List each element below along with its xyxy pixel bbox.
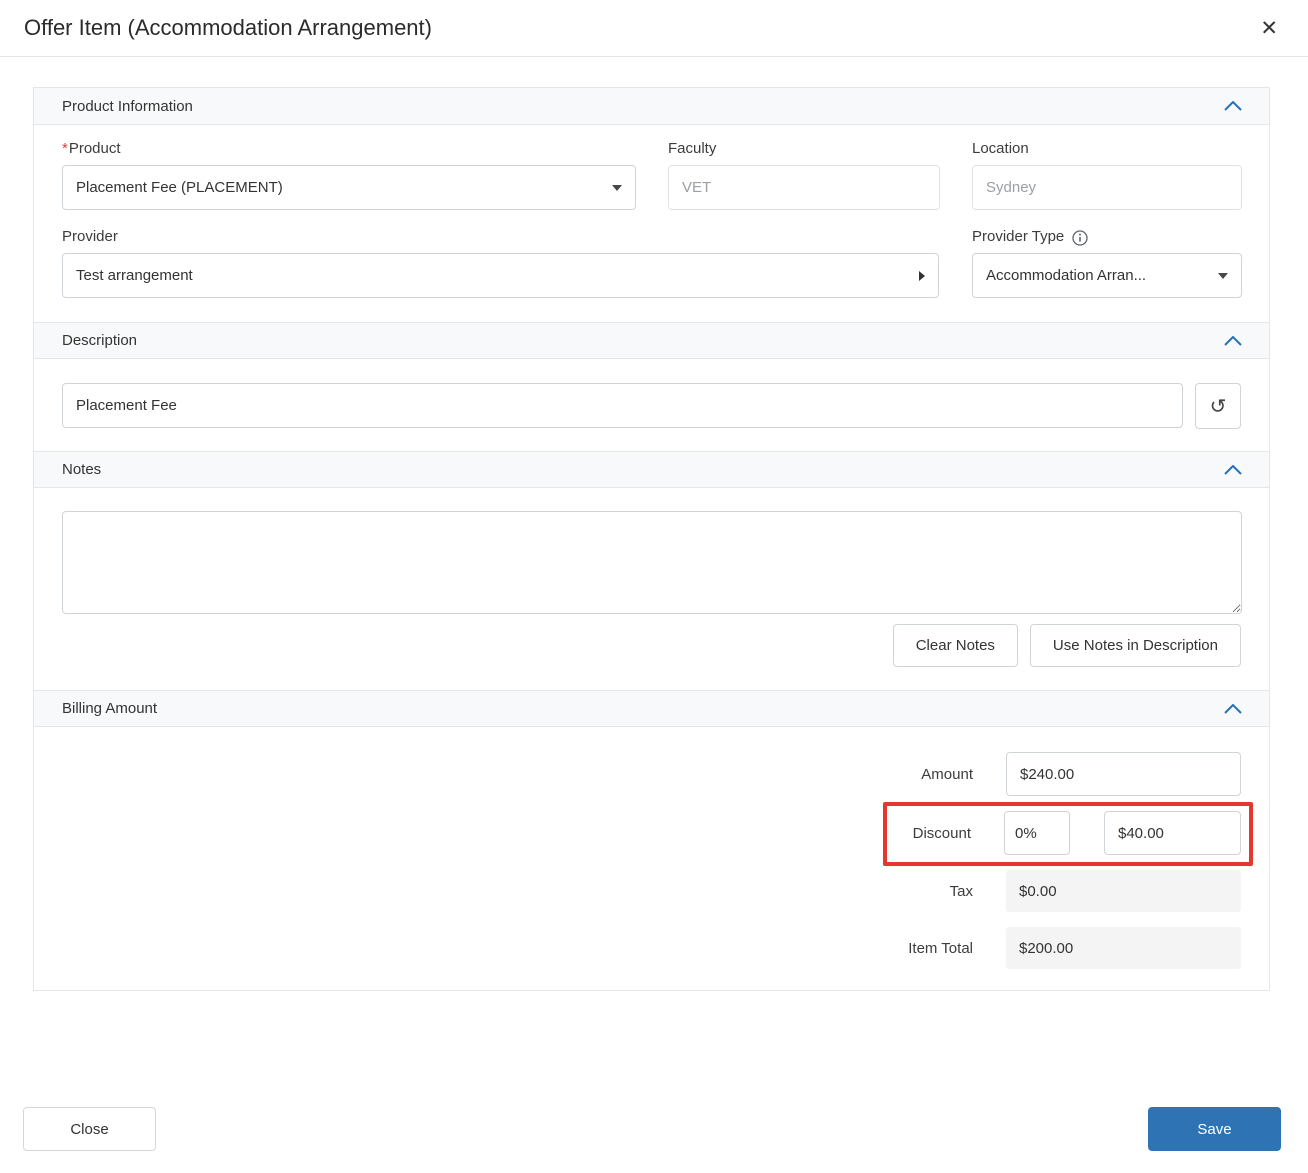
section-description: Description ↺ — [34, 322, 1269, 451]
item-total-value: $200.00 — [1006, 927, 1241, 969]
section-title-notes: Notes — [62, 461, 101, 478]
location-field-group: Location — [972, 140, 1242, 210]
faculty-field-group: Faculty — [668, 140, 940, 210]
faculty-field — [668, 165, 940, 210]
chevron-up-icon[interactable] — [1224, 101, 1242, 111]
dialog-body: Product Information *Product Placement F… — [33, 87, 1270, 991]
provider-lookup[interactable]: Test arrangement — [62, 253, 939, 298]
info-icon[interactable] — [1072, 230, 1088, 246]
provider-type-select-value: Accommodation Arran... — [986, 267, 1146, 284]
tax-label: Tax — [950, 883, 973, 900]
section-header-billing-amount[interactable]: Billing Amount — [34, 690, 1269, 727]
dialog-title: Offer Item (Accommodation Arrangement) — [24, 15, 432, 41]
history-icon: ↺ — [1210, 394, 1227, 418]
faculty-label: Faculty — [668, 140, 940, 157]
dialog-footer: Close Save — [23, 1107, 1281, 1151]
item-total-row: Item Total $200.00 — [62, 927, 1241, 969]
dialog-header: Offer Item (Accommodation Arrangement) ✕ — [0, 0, 1308, 57]
tax-row: Tax $0.00 — [62, 870, 1241, 912]
discount-amount-input[interactable] — [1104, 811, 1241, 855]
provider-field-group: Provider Test arrangement — [62, 228, 939, 298]
product-select[interactable]: Placement Fee (PLACEMENT) — [62, 165, 636, 210]
close-icon[interactable]: ✕ — [1256, 14, 1282, 43]
item-total-label: Item Total — [908, 940, 973, 957]
clear-notes-button[interactable]: Clear Notes — [893, 624, 1018, 667]
notes-textarea[interactable] — [62, 511, 1242, 614]
section-billing-amount: Billing Amount Amount Discount Tax $0.00 — [34, 690, 1269, 990]
product-field-group: *Product Placement Fee (PLACEMENT) — [62, 140, 636, 210]
provider-type-field-group: Provider Type Accommodation Arran... — [972, 228, 1242, 298]
required-asterisk: * — [62, 140, 68, 157]
chevron-up-icon[interactable] — [1224, 336, 1242, 346]
section-title-billing-amount: Billing Amount — [62, 700, 157, 717]
arrow-right-icon — [919, 271, 925, 281]
provider-type-select[interactable]: Accommodation Arran... — [972, 253, 1242, 298]
description-input[interactable] — [62, 383, 1183, 428]
section-notes: Notes Clear Notes Use Notes in Descripti… — [34, 451, 1269, 690]
provider-label: Provider — [62, 228, 939, 245]
amount-input[interactable] — [1006, 752, 1241, 796]
caret-down-icon — [1218, 273, 1228, 279]
section-header-notes[interactable]: Notes — [34, 451, 1269, 488]
section-title-description: Description — [62, 332, 137, 349]
location-label: Location — [972, 140, 1242, 157]
provider-type-label: Provider Type — [972, 228, 1064, 245]
discount-row: Discount — [62, 811, 1241, 855]
save-button[interactable]: Save — [1148, 1107, 1281, 1151]
section-product-information: Product Information *Product Placement F… — [34, 88, 1269, 322]
use-notes-in-description-button[interactable]: Use Notes in Description — [1030, 624, 1241, 667]
section-title-product-information: Product Information — [62, 98, 193, 115]
product-select-value: Placement Fee (PLACEMENT) — [76, 179, 283, 196]
section-header-product-information[interactable]: Product Information — [34, 88, 1269, 125]
chevron-up-icon[interactable] — [1224, 704, 1242, 714]
caret-down-icon — [612, 185, 622, 191]
amount-row: Amount — [62, 752, 1241, 796]
tax-value: $0.00 — [1006, 870, 1241, 912]
close-button[interactable]: Close — [23, 1107, 156, 1151]
amount-label: Amount — [921, 766, 973, 783]
location-field — [972, 165, 1242, 210]
discount-label: Discount — [913, 825, 971, 842]
chevron-up-icon[interactable] — [1224, 465, 1242, 475]
product-label: *Product — [62, 140, 636, 157]
provider-lookup-value: Test arrangement — [76, 267, 193, 284]
discount-percent-input[interactable] — [1004, 811, 1070, 855]
restore-description-button[interactable]: ↺ — [1195, 383, 1241, 429]
section-header-description[interactable]: Description — [34, 322, 1269, 359]
